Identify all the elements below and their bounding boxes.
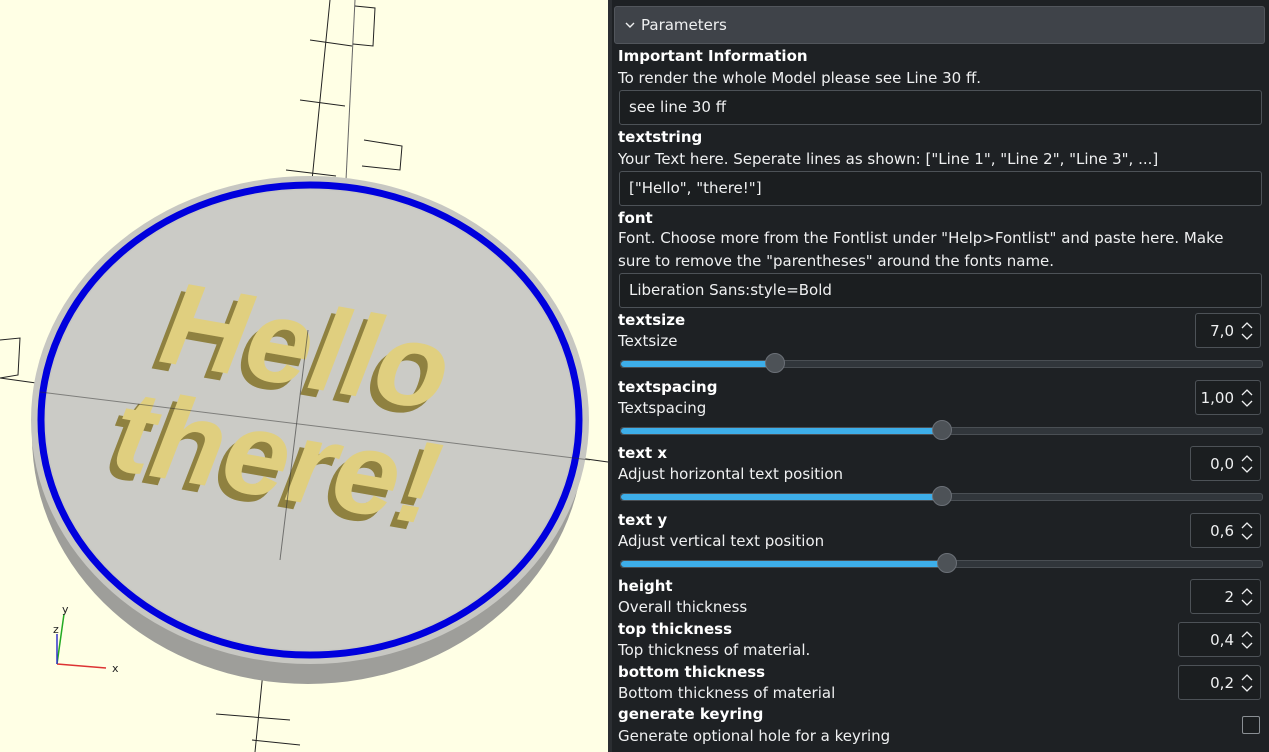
bottom-thickness-value: 0,2 xyxy=(1210,674,1234,692)
param-label-bottom-thickness: bottom thickness xyxy=(618,663,766,681)
spin-arrows-icon[interactable] xyxy=(1240,387,1254,409)
textspacing-spinbox[interactable]: 1,00 xyxy=(1195,380,1261,415)
slider-fill xyxy=(621,361,775,367)
slider-fill xyxy=(621,428,942,434)
textsize-spinbox[interactable]: 7,0 xyxy=(1195,313,1261,348)
top-thickness-value: 0,4 xyxy=(1210,631,1234,649)
axis-gizmo: x y z xyxy=(53,603,119,675)
text-y-spinbox[interactable]: 0,6 xyxy=(1190,513,1261,548)
param-desc-bottom-thickness: Bottom thickness of material xyxy=(618,684,836,702)
param-desc-textstring: Your Text here. Seperate lines as shown:… xyxy=(618,150,1159,168)
param-desc-top-thickness: Top thickness of material. xyxy=(618,641,811,659)
text-y-value: 0,6 xyxy=(1210,522,1234,540)
slider-handle[interactable] xyxy=(932,420,952,440)
param-desc-textsize: Textsize xyxy=(618,332,678,350)
param-desc-textspacing: Textspacing xyxy=(618,399,707,417)
parameters-panel: Parameters Important Information To rend… xyxy=(612,0,1269,752)
slider-fill xyxy=(621,494,942,500)
param-desc-important: To render the whole Model please see Lin… xyxy=(618,69,982,87)
param-label-keyring: generate keyring xyxy=(618,705,764,723)
slider-fill xyxy=(621,561,947,567)
top-thickness-spinbox[interactable]: 0,4 xyxy=(1178,622,1261,657)
model-render: Hello there! Hello there! x y z xyxy=(0,0,608,752)
spin-arrows-icon[interactable] xyxy=(1240,453,1254,475)
param-label-font: font xyxy=(618,209,653,227)
axis-x-label: x xyxy=(112,662,119,675)
param-desc-height: Overall thickness xyxy=(618,598,748,616)
chevron-down-icon xyxy=(625,22,635,28)
param-label-text-x: text x xyxy=(618,444,668,462)
spin-arrows-icon[interactable] xyxy=(1240,629,1254,651)
text-y-slider[interactable] xyxy=(620,553,1263,573)
bottom-thickness-spinbox[interactable]: 0,2 xyxy=(1178,665,1261,700)
slider-handle[interactable] xyxy=(932,486,952,506)
text-x-value: 0,0 xyxy=(1210,455,1234,473)
axis-y-label: y xyxy=(62,603,69,616)
slider-handle[interactable] xyxy=(765,353,785,373)
textsize-slider[interactable] xyxy=(620,353,1263,373)
param-label-textspacing: textspacing xyxy=(618,378,718,396)
param-desc-font: Font. Choose more from the Fontlist unde… xyxy=(618,229,1224,270)
height-value: 2 xyxy=(1224,588,1234,606)
param-label-text-y: text y xyxy=(618,511,668,529)
3d-viewport[interactable]: Hello there! Hello there! x y z xyxy=(0,0,608,752)
parameters-title: Parameters xyxy=(641,16,727,34)
param-label-top-thickness: top thickness xyxy=(618,620,733,638)
spin-arrows-icon[interactable] xyxy=(1240,586,1254,608)
param-label-textstring: textstring xyxy=(618,128,703,146)
textstring-input[interactable]: ["Hello", "there!"] xyxy=(619,171,1262,206)
height-spinbox[interactable]: 2 xyxy=(1190,579,1261,614)
spin-arrows-icon[interactable] xyxy=(1240,520,1254,542)
param-label-important: Important Information xyxy=(618,47,808,65)
param-label-textsize: textsize xyxy=(618,311,686,329)
spin-arrows-icon[interactable] xyxy=(1240,672,1254,694)
param-desc-text-y: Adjust vertical text position xyxy=(618,532,825,550)
font-input[interactable]: Liberation Sans:style=Bold xyxy=(619,273,1262,308)
textsize-value: 7,0 xyxy=(1210,322,1234,340)
param-desc-keyring: Generate optional hole for a keyring xyxy=(618,727,891,745)
axis-z-label: z xyxy=(53,623,59,636)
textspacing-slider[interactable] xyxy=(620,420,1263,440)
spin-arrows-icon[interactable] xyxy=(1240,320,1254,342)
text-x-spinbox[interactable]: 0,0 xyxy=(1190,446,1261,481)
param-desc-text-x: Adjust horizontal text position xyxy=(618,465,844,483)
textspacing-value: 1,00 xyxy=(1200,389,1234,407)
keyring-checkbox[interactable] xyxy=(1242,716,1260,734)
slider-handle[interactable] xyxy=(937,553,957,573)
text-x-slider[interactable] xyxy=(620,486,1263,506)
parameters-header[interactable]: Parameters xyxy=(614,6,1265,44)
important-input[interactable]: see line 30 ff xyxy=(619,90,1262,125)
param-label-height: height xyxy=(618,577,673,595)
